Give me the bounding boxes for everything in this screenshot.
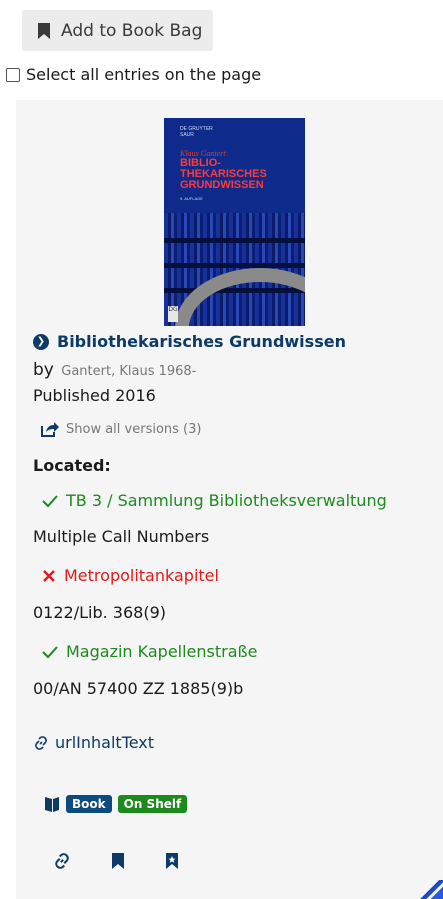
format-badge: Book: [66, 795, 112, 813]
x-icon: [43, 569, 55, 582]
location-item[interactable]: Magazin Kapellenstraße: [42, 642, 257, 661]
location-name: Metropolitankapitel: [64, 566, 219, 585]
cover-edition: 9. AUFLAGE: [180, 196, 203, 201]
cover-publisher-logo: DG: [168, 306, 178, 322]
published-date: Published 2016: [33, 386, 156, 405]
chevron-circle-right-icon: ❯: [33, 333, 49, 350]
book-cover-image[interactable]: DE GRUYTER SAUR Klaus Gantert BIBLIO- TH…: [164, 118, 305, 326]
check-icon: [42, 645, 58, 658]
link-icon: [35, 735, 47, 750]
check-icon: [42, 494, 58, 507]
select-all-row[interactable]: Select all entries on the page: [6, 65, 261, 84]
by-label: by: [33, 360, 54, 380]
format-status-row: Book On Shelf: [44, 795, 188, 813]
location-name: TB 3 / Sammlung Bibliotheksverwaltung: [66, 491, 387, 510]
cover-shelf-row: [164, 263, 305, 268]
location-item[interactable]: TB 3 / Sammlung Bibliotheksverwaltung: [42, 491, 387, 510]
record-title-link[interactable]: ❯ Bibliothekarisches Grundwissen: [33, 332, 346, 351]
bookmark-star-icon[interactable]: [165, 852, 179, 870]
cover-shelf-row: [164, 238, 305, 243]
record-author-line: by Gantert, Klaus 1968-: [33, 360, 196, 380]
add-to-book-bag-button[interactable]: Add to Book Bag: [22, 10, 213, 51]
record-actions: [53, 852, 179, 870]
select-all-label: Select all entries on the page: [26, 65, 262, 84]
cover-title: BIBLIO- THEKARISCHES GRUNDWISSEN: [180, 157, 267, 191]
show-all-versions-label: Show all versions (3): [66, 421, 202, 437]
record-title: Bibliothekarisches Grundwissen: [57, 332, 346, 351]
select-all-checkbox[interactable]: [6, 67, 20, 82]
url-inhalt-label: urlInhaltText: [55, 733, 155, 752]
located-label: Located:: [33, 456, 111, 475]
location-item[interactable]: Metropolitankapitel: [42, 566, 219, 585]
location-name: Magazin Kapellenstraße: [66, 642, 258, 661]
add-to-book-bag-label: Add to Book Bag: [61, 20, 203, 41]
status-badge: On Shelf: [117, 795, 188, 813]
author-link[interactable]: Gantert, Klaus 1968-: [61, 364, 196, 379]
book-icon: [45, 797, 59, 812]
cover-publisher: DE GRUYTER SAUR: [180, 126, 213, 138]
bookmark-icon[interactable]: [111, 852, 125, 870]
call-number: Multiple Call Numbers: [33, 527, 210, 546]
link-icon[interactable]: [53, 852, 71, 870]
show-all-versions-link[interactable]: Show all versions (3): [40, 421, 201, 437]
bookmark-icon: [38, 22, 50, 39]
call-number: 00/AN 57400 ZZ 1885(9)b: [33, 679, 244, 698]
url-inhalt-link[interactable]: urlInhaltText: [33, 733, 154, 752]
corner-decoration: [420, 880, 443, 899]
share-arrow-icon: [41, 422, 59, 437]
call-number: 0122/Lib. 368(9): [33, 603, 166, 622]
